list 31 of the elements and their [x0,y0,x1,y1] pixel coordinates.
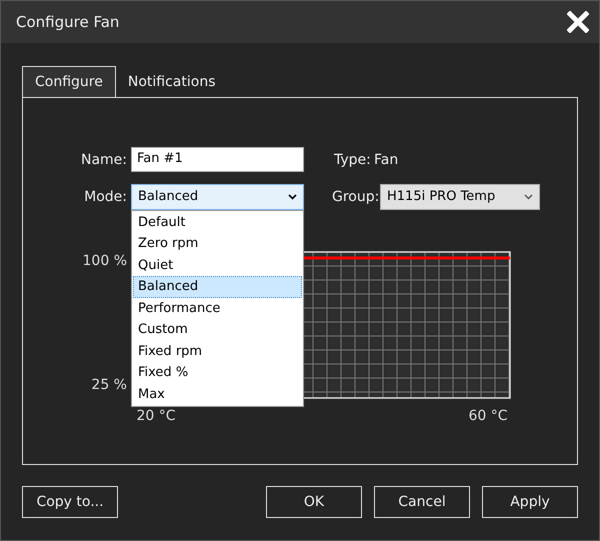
field-label: Mode: [83,188,127,204]
dropdown-option[interactable]: Default [133,212,302,233]
dialog-button[interactable]: Copy to... [22,486,118,518]
field-label: Group: [332,188,380,204]
dropdown-option[interactable]: Custom [133,319,302,340]
axis-tick-label: 25 % [91,376,127,392]
axis-tick-label: 20 °C [136,408,176,422]
dialog-button[interactable]: OK [266,486,362,518]
mode-dropdown[interactable]: Balanced [131,184,304,210]
field-label: Name: [80,152,127,168]
dropdown-option[interactable]: Fixed rpm [133,340,302,362]
dropdown-option[interactable]: Performance [133,298,302,319]
dropdown-option[interactable]: Fixed % [133,362,302,384]
tab[interactable]: Configure [22,66,116,97]
axis-tick-label: 60 °C [468,408,508,422]
field-label: Type: [334,152,372,168]
axis-tick-label: 100 % [83,252,127,268]
dropdown-option[interactable]: Max [133,384,302,405]
chevron-icon [524,194,533,200]
dropdown-option[interactable]: Balanced [133,276,302,298]
group-dropdown[interactable]: H115i PRO Temp [380,184,540,210]
dialog-button[interactable]: Cancel [374,486,470,518]
dialog-button[interactable]: Apply [482,486,578,518]
name-field[interactable]: Fan #1 [131,147,304,172]
window-title: Configure Fan [16,13,120,31]
dropdown-option[interactable]: Zero rpm [133,233,302,254]
dropdown-option[interactable]: Quiet [133,254,302,276]
close-icon[interactable] [567,11,589,33]
type-value: Fan [374,152,398,168]
chevron-icon [288,194,297,200]
tab[interactable]: Notifications [116,66,228,97]
